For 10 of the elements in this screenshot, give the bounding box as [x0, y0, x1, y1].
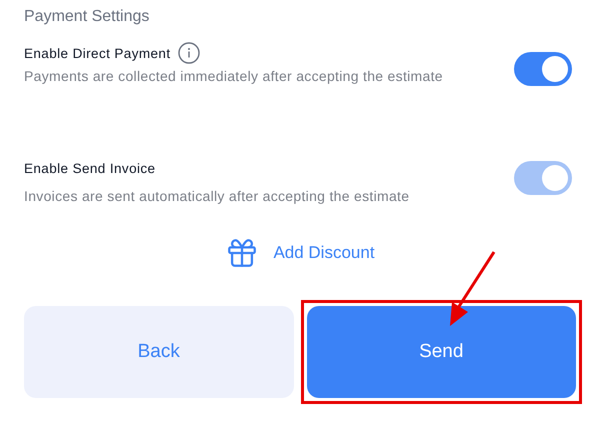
send-button[interactable]: Send — [306, 306, 576, 398]
setting-title: Enable Send Invoice — [24, 161, 156, 176]
section-title: Payment Settings — [24, 8, 150, 27]
setting-description: Invoices are sent automatically after accepting the estimate — [24, 187, 410, 206]
setting-description: Payments are collected immediately after accepting the estimate — [24, 67, 444, 86]
back-button[interactable]: Back — [24, 306, 294, 398]
info-icon[interactable] — [178, 42, 200, 64]
add-discount-link[interactable]: Add Discount — [225, 236, 375, 270]
setting-title: Enable Direct Payment — [24, 46, 170, 60]
toggle-switch[interactable] — [514, 52, 572, 86]
